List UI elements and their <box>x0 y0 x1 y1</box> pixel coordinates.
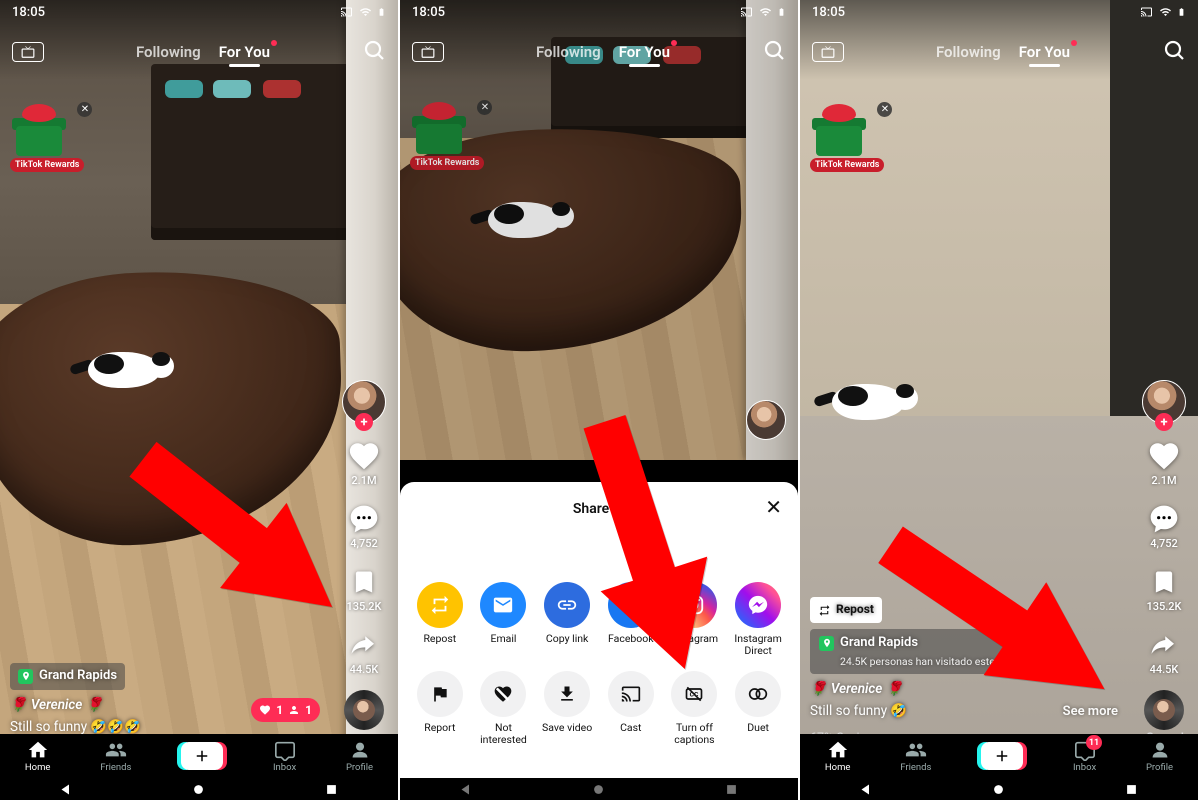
nav-inbox[interactable]: Inbox <box>273 739 296 773</box>
bottom-nav: Home Friends Inbox Profile <box>0 734 398 778</box>
nav-create[interactable] <box>181 742 223 770</box>
sound-disc[interactable] <box>1144 690 1184 730</box>
battery-icon <box>1177 5 1186 19</box>
like-button[interactable]: 2.1M <box>1146 438 1182 487</box>
tab-following[interactable]: Following <box>936 43 1001 61</box>
feed-tabs: Following For You <box>136 43 270 61</box>
android-nav-bar <box>800 778 1198 800</box>
tab-for-you[interactable]: For You <box>1019 43 1070 61</box>
android-recent-icon[interactable] <box>324 782 339 797</box>
share-email[interactable]: Email <box>474 582 532 657</box>
nav-friends[interactable]: Friends <box>100 739 131 773</box>
tutorial-arrow-icon <box>870 500 1130 734</box>
status-bar: 18:05 <box>0 0 398 24</box>
action-not-interested[interactable]: Not interested <box>474 671 532 746</box>
sheet-close-button[interactable]: ✕ <box>765 496 782 518</box>
author-avatar[interactable] <box>746 400 786 440</box>
search-button[interactable] <box>362 38 386 66</box>
author-avatar[interactable]: + <box>1142 380 1186 424</box>
feed-tabs: Following For You <box>536 43 670 61</box>
action-duet[interactable]: Duet <box>729 671 787 746</box>
notification-dot <box>271 40 277 46</box>
bookmark-button[interactable]: 135.2K <box>1146 564 1182 613</box>
android-back-icon[interactable] <box>459 782 474 797</box>
cast-status-icon <box>339 6 354 18</box>
like-notification-bubble[interactable]: 1 1 <box>251 698 320 722</box>
status-icons <box>739 5 786 19</box>
action-report[interactable]: Report <box>411 671 469 746</box>
tutorial-arrow-icon <box>110 420 370 644</box>
share-button[interactable]: 44.5K <box>1146 627 1182 676</box>
search-button[interactable] <box>1162 38 1186 66</box>
tiktok-rewards-promo[interactable]: ✕ TikTok Rewards <box>810 110 884 172</box>
status-icons <box>1139 5 1186 19</box>
search-button[interactable] <box>762 38 786 66</box>
android-recent-icon[interactable] <box>1124 782 1139 797</box>
live-button[interactable] <box>812 42 844 62</box>
nav-profile[interactable]: Profile <box>346 739 373 773</box>
tab-for-you[interactable]: For You <box>219 43 270 61</box>
location-pin-icon <box>18 669 33 684</box>
android-back-icon[interactable] <box>859 782 874 797</box>
wifi-icon <box>1158 6 1173 18</box>
cast-status-icon <box>739 6 754 18</box>
live-button[interactable] <box>412 42 444 62</box>
bottom-nav: Home Friends Inbox11 Profile <box>800 734 1198 778</box>
gift-icon <box>810 110 868 156</box>
status-bar: 18:05 <box>800 0 1198 24</box>
top-bar: Following For You <box>0 30 398 74</box>
status-time: 18:05 <box>812 5 845 20</box>
nav-create[interactable] <box>981 742 1023 770</box>
live-button[interactable] <box>12 42 44 62</box>
tab-for-you[interactable]: For You <box>619 43 670 61</box>
gift-icon <box>10 110 68 156</box>
nav-home[interactable]: Home <box>25 739 51 773</box>
tiktok-rewards-promo[interactable]: ✕ TikTok Rewards <box>10 110 84 172</box>
inbox-badge: 11 <box>1086 735 1102 750</box>
battery-icon <box>377 5 386 19</box>
android-back-icon[interactable] <box>59 782 74 797</box>
android-nav-bar <box>400 778 798 800</box>
nav-inbox[interactable]: Inbox11 <box>1073 739 1096 773</box>
android-home-icon[interactable] <box>191 782 206 797</box>
android-home-icon[interactable] <box>591 782 606 797</box>
android-nav-bar <box>0 778 398 800</box>
cast-status-icon <box>1139 6 1154 18</box>
notification-dot <box>1071 40 1077 46</box>
top-bar: Following For You <box>400 30 798 74</box>
top-bar: Following For You <box>800 30 1198 74</box>
tab-following[interactable]: Following <box>536 43 601 61</box>
status-time: 18:05 <box>412 5 445 20</box>
screenshot-3: 18:05 Following For You ✕ TikTok Rewards… <box>800 0 1200 800</box>
wifi-icon <box>758 6 773 18</box>
comment-button[interactable]: 4,752 <box>1146 501 1182 550</box>
tutorial-arrow-icon <box>560 390 730 694</box>
sound-disc[interactable] <box>344 690 384 730</box>
android-home-icon[interactable] <box>991 782 1006 797</box>
nav-profile[interactable]: Profile <box>1146 739 1173 773</box>
status-icons <box>339 5 386 19</box>
follow-plus-icon[interactable]: + <box>1155 413 1173 431</box>
wifi-icon <box>358 6 373 18</box>
status-bar: 18:05 <box>400 0 798 24</box>
battery-icon <box>777 5 786 19</box>
status-time: 18:05 <box>12 5 45 20</box>
tab-following[interactable]: Following <box>136 43 201 61</box>
location-pin-icon <box>819 636 834 651</box>
nav-friends[interactable]: Friends <box>900 739 931 773</box>
screenshot-1: 18:05 Following For You ✕ TikTok Rewards… <box>0 0 400 800</box>
location-pill[interactable]: Grand Rapids <box>10 663 125 690</box>
share-repost[interactable]: Repost <box>411 582 469 657</box>
author-avatar[interactable]: + <box>342 380 386 424</box>
nav-home[interactable]: Home <box>825 739 851 773</box>
share-instagram-direct[interactable]: Instagram Direct <box>729 582 787 657</box>
notification-dot <box>671 40 677 46</box>
feed-tabs: Following For You <box>936 43 1070 61</box>
action-rail: + 2.1M 4,752 135.2K 44.5K <box>1138 380 1190 730</box>
screenshot-2: 18:05 Following For You ✕ TikTok Rewards… <box>400 0 800 800</box>
android-recent-icon[interactable] <box>724 782 739 797</box>
